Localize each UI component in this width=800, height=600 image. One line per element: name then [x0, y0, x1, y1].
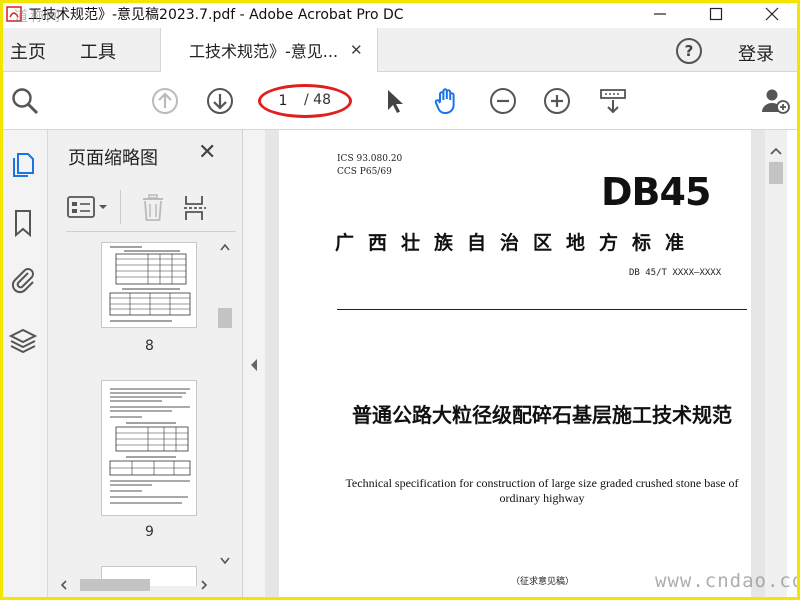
minimize-button[interactable] — [632, 0, 688, 28]
zoom-in-icon[interactable] — [542, 86, 572, 116]
document-vertical-scrollbar[interactable] — [765, 130, 787, 600]
navigation-rail — [0, 130, 48, 600]
bookmark-icon[interactable] — [8, 208, 38, 238]
standard-logo: DB45 — [601, 170, 711, 214]
thumbnail-page-8[interactable] — [101, 242, 197, 328]
attachment-icon[interactable] — [8, 264, 38, 294]
thumbnails-panel-title: 页面缩略图 — [68, 148, 158, 169]
ics-code: ICS 93.080.20 — [337, 154, 403, 164]
thumbnail-page-9[interactable] — [101, 380, 197, 516]
thumbnails-panel: 页面缩略图 ✕ 8 9 — [48, 130, 243, 600]
zoom-search-icon[interactable] — [10, 86, 40, 116]
select-cursor-icon[interactable] — [380, 86, 410, 116]
maximize-button[interactable] — [688, 0, 744, 28]
issuing-region: 广西壮族自治区地方标准 — [335, 232, 699, 254]
delete-page-icon[interactable] — [140, 194, 166, 222]
page-thumbnails-icon[interactable] — [8, 150, 38, 180]
draft-label: （征求意见稿） — [511, 577, 575, 587]
watermark-bottom: www.cndao.com — [655, 570, 800, 592]
document-title-english: Technical specification for construction… — [345, 476, 739, 505]
pdf-page: ICS 93.080.20 CCS P65/69 DB45 广西壮族自治区地方标… — [279, 130, 751, 600]
header-divider — [337, 309, 747, 310]
thumbnail-options-icon[interactable] — [66, 194, 112, 220]
zoom-out-icon[interactable] — [488, 86, 518, 116]
close-panel-icon[interactable]: ✕ — [198, 140, 216, 165]
close-icon[interactable]: ✕ — [350, 41, 363, 59]
thumbnail-page-number: 8 — [145, 338, 154, 354]
tab-tools[interactable]: 工具 — [80, 38, 116, 64]
thumbnail-page-number: 9 — [145, 524, 154, 540]
document-viewer: ICS 93.080.20 CCS P65/69 DB45 广西壮族自治区地方标… — [265, 130, 765, 600]
help-button[interactable]: ? — [676, 38, 702, 64]
close-window-button[interactable] — [744, 0, 800, 28]
document-title-chinese: 普通公路大粒径级配碎石基层施工技术规范 — [352, 403, 732, 427]
standard-number: DB 45/T XXXX—XXXX — [629, 268, 722, 278]
ccs-code: CCS P65/69 — [337, 167, 392, 177]
insert-page-icon[interactable] — [182, 194, 210, 222]
page-display-icon[interactable] — [598, 86, 628, 116]
toolbar: 1 / 48 — [0, 72, 800, 130]
layers-icon[interactable] — [8, 326, 38, 356]
tab-home[interactable]: 主页 — [10, 38, 46, 64]
thumbnails-vertical-scrollbar[interactable] — [216, 240, 234, 580]
red-annotation-circle — [258, 84, 352, 118]
thumbnails-horizontal-scrollbar[interactable] — [58, 576, 218, 594]
add-user-icon[interactable] — [760, 86, 790, 116]
next-page-icon[interactable] — [205, 86, 235, 116]
thumbnails-toolbar — [66, 182, 236, 232]
document-tab[interactable]: 工技术规范》-意见... ✕ — [160, 28, 378, 72]
document-tab-label: 工技术规范》-意见... — [189, 42, 339, 61]
previous-page-icon[interactable] — [150, 86, 180, 116]
title-bar: 工技术规范》-意见稿2023.7.pdf - Adobe Acrobat Pro… — [0, 0, 800, 28]
window-title: 工技术规范》-意见稿2023.7.pdf - Adobe Acrobat Pro… — [28, 7, 404, 23]
sign-in-button[interactable]: 登录 — [738, 40, 774, 66]
hand-tool-icon[interactable] — [432, 86, 462, 116]
menu-tab-bar: 主页 工具 工技术规范》-意见... ✕ ? 登录 — [0, 28, 800, 72]
watermark-top: 道称网 — [14, 9, 62, 25]
panel-collapse-bar[interactable] — [243, 130, 265, 600]
